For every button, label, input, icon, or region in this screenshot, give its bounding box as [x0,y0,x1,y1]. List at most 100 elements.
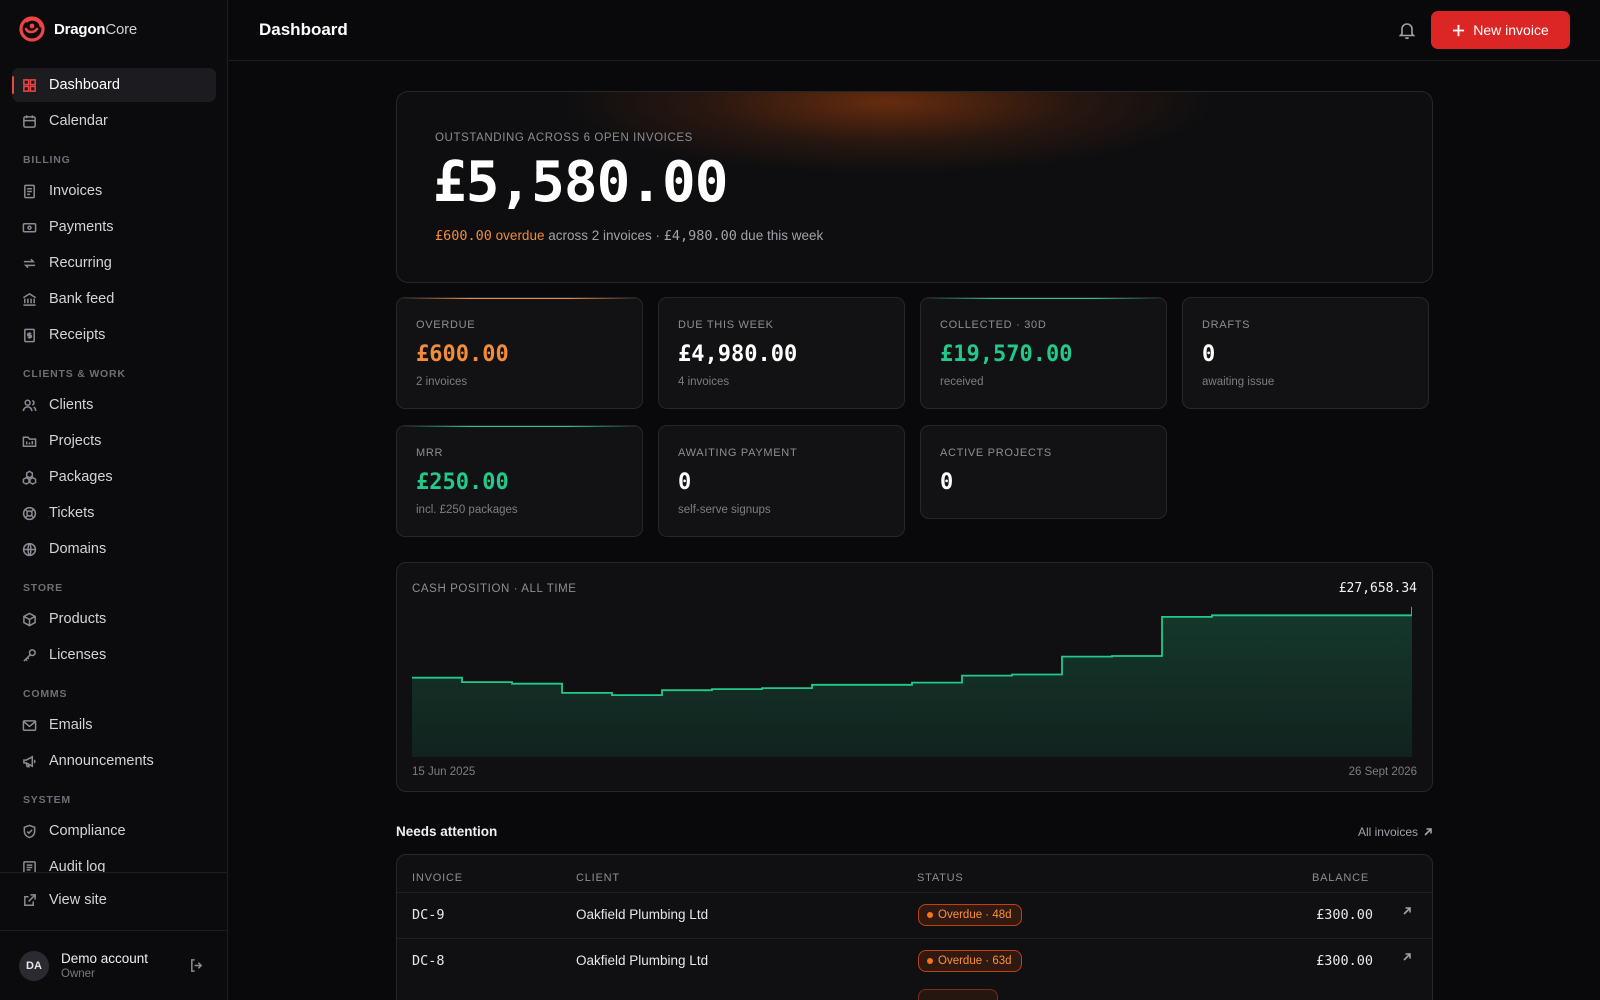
stat-accent [397,298,642,299]
sidebar-item-label: Tickets [49,505,95,521]
sidebar-item-projects[interactable]: Projects [12,424,216,458]
stat-note: incl. £250 packages [416,504,518,516]
stat-card-mrr[interactable]: MRR £250.00 incl. £250 packages [396,425,643,537]
stat-card-collected-30d[interactable]: COLLECTED · 30D £19,570.00 received [920,297,1167,409]
stat-card-drafts[interactable]: DRAFTS 0 awaiting issue [1182,297,1429,409]
sidebar-item-compliance[interactable]: Compliance [12,814,216,848]
sidebar-item-calendar[interactable]: Calendar [12,104,216,138]
arrow-up-right-icon [1424,828,1432,836]
account-panel[interactable]: DA Demo account Owner [0,930,228,1000]
all-invoices-label: All invoices [1357,825,1418,839]
sidebar-item-receipts[interactable]: Receipts [12,318,216,352]
avatar: DA [19,950,49,981]
status-dot [927,958,933,964]
sidebar-item-label: Recurring [49,255,112,271]
brand[interactable]: DragonCore [18,14,137,44]
stat-card-active-projects[interactable]: ACTIVE PROJECTS 0 [920,425,1167,519]
sidebar-item-emails[interactable]: Emails [12,708,216,742]
bell-icon[interactable] [1397,20,1417,40]
hero-due-amount: £4,980.00 [663,228,737,244]
chart-title: CASH POSITION · ALL TIME [412,583,577,595]
column-header-status[interactable]: STATUS [917,872,964,884]
invoice-number[interactable]: DC-8 [412,953,445,969]
column-header-balance[interactable]: BALANCE [1312,872,1369,884]
stat-note: awaiting issue [1202,376,1275,388]
new-invoice-label: New invoice [1473,22,1549,38]
stat-note: 2 invoices [416,376,468,388]
needs-attention-title: Needs attention [396,824,498,839]
balance: £300.00 [1316,907,1373,923]
chart-start-label: 15 Jun 2025 [412,766,476,778]
open-invoice-icon[interactable] [1402,906,1412,916]
sidebar-item-audit-log[interactable]: Audit log [12,850,216,872]
view-site-link[interactable]: View site [12,883,216,917]
stat-label: MRR [416,447,444,459]
hero-due-text: due this week [736,228,824,243]
sidebar-item-label: Products [49,611,107,627]
bank-icon [23,292,36,306]
hero-label: OUTSTANDING ACROSS 6 OPEN INVOICES [435,132,693,144]
invoice-number[interactable]: DC-9 [412,907,445,923]
sidebar-item-recurring[interactable]: Recurring [12,246,216,280]
stat-card-overdue[interactable]: OVERDUE £600.00 2 invoices [396,297,643,409]
sidebar-item-packages[interactable]: Packages [12,460,216,494]
stat-value: £19,570.00 [940,342,1073,367]
sidebar-item-label: Bank feed [49,291,115,307]
sidebar-item-label: Receipts [49,327,106,343]
sidebar-item-label: Licenses [49,647,107,663]
external-link-icon [24,893,36,906]
sidebar-item-label: Clients [49,397,94,413]
stat-note: self-serve signups [678,504,771,516]
stat-note: received [940,376,984,388]
client-name: Oakfield Plumbing Ltd [576,907,709,922]
stat-label: AWAITING PAYMENT [678,447,798,459]
stat-card-awaiting-payment[interactable]: AWAITING PAYMENT 0 self-serve signups [658,425,905,537]
stat-label: COLLECTED · 30D [940,319,1047,331]
balance: £300.00 [1316,953,1373,969]
sidebar-item-clients[interactable]: Clients [12,388,216,422]
sidebar: DragonCore Dashboard Calendar BILLING Invoi… [0,0,228,1000]
sidebar-item-dashboard[interactable]: Dashboard [12,68,216,102]
sidebar-item-tickets[interactable]: Tickets [12,496,216,530]
column-header-invoice[interactable]: INVOICE [412,872,463,884]
account-name: Demo account [61,951,149,966]
stat-label: DUE THIS WEEK [678,319,774,331]
column-header-client[interactable]: CLIENT [576,872,620,884]
status-dot [927,912,933,918]
sidebar-item-label: Invoices [49,183,103,199]
grid-icon [23,78,36,92]
sidebar-item-label: Calendar [49,113,108,129]
shield-icon [23,824,36,838]
sidebar-item-label: Dashboard [49,77,120,93]
stat-card-due-this-week[interactable]: DUE THIS WEEK £4,980.00 4 invoices [658,297,905,409]
plus-icon [1453,24,1465,36]
chart-total: £27,658.34 [1338,581,1417,596]
hero-overdue-amount: £600.00 [435,228,492,244]
sidebar-item-label: Payments [49,219,114,235]
outstanding-hero: OUTSTANDING ACROSS 6 OPEN INVOICES £5,58… [396,91,1433,283]
sidebar-item-announcements[interactable]: Announcements [12,744,216,778]
key-icon [23,648,36,662]
sidebar-section-title: CLIENTS & WORK [23,368,126,380]
logout-icon[interactable] [189,958,204,973]
attention-table: INVOICE CLIENT STATUS BALANCE DC-9 Oakfie… [396,854,1433,1000]
calendar-icon [23,114,36,128]
all-invoices-link[interactable]: All invoices [1358,825,1433,839]
sidebar-item-invoices[interactable]: Invoices [12,174,216,208]
sidebar-item-bank-feed[interactable]: Bank feed [12,282,216,316]
new-invoice-button[interactable]: New invoice [1431,11,1570,49]
view-site-label: View site [49,892,107,908]
stat-accent [397,426,642,427]
table-row[interactable]: DC-9 Oakfield Plumbing Ltd Overdue · 48d £3… [397,892,1432,938]
sidebar-item-payments[interactable]: Payments [12,210,216,244]
stat-value: 0 [678,470,692,495]
sidebar-item-products[interactable]: Products [12,602,216,636]
sidebar-item-licenses[interactable]: Licenses [12,638,216,672]
payment-icon [22,222,37,232]
invoice-icon [24,184,35,198]
table-row[interactable]: DC-8 Oakfield Plumbing Ltd Overdue · 63d £3… [397,938,1432,984]
stat-accent [921,298,1166,299]
sidebar-item-domains[interactable]: Domains [12,532,216,566]
open-invoice-icon[interactable] [1402,952,1412,962]
users-icon [22,399,37,411]
